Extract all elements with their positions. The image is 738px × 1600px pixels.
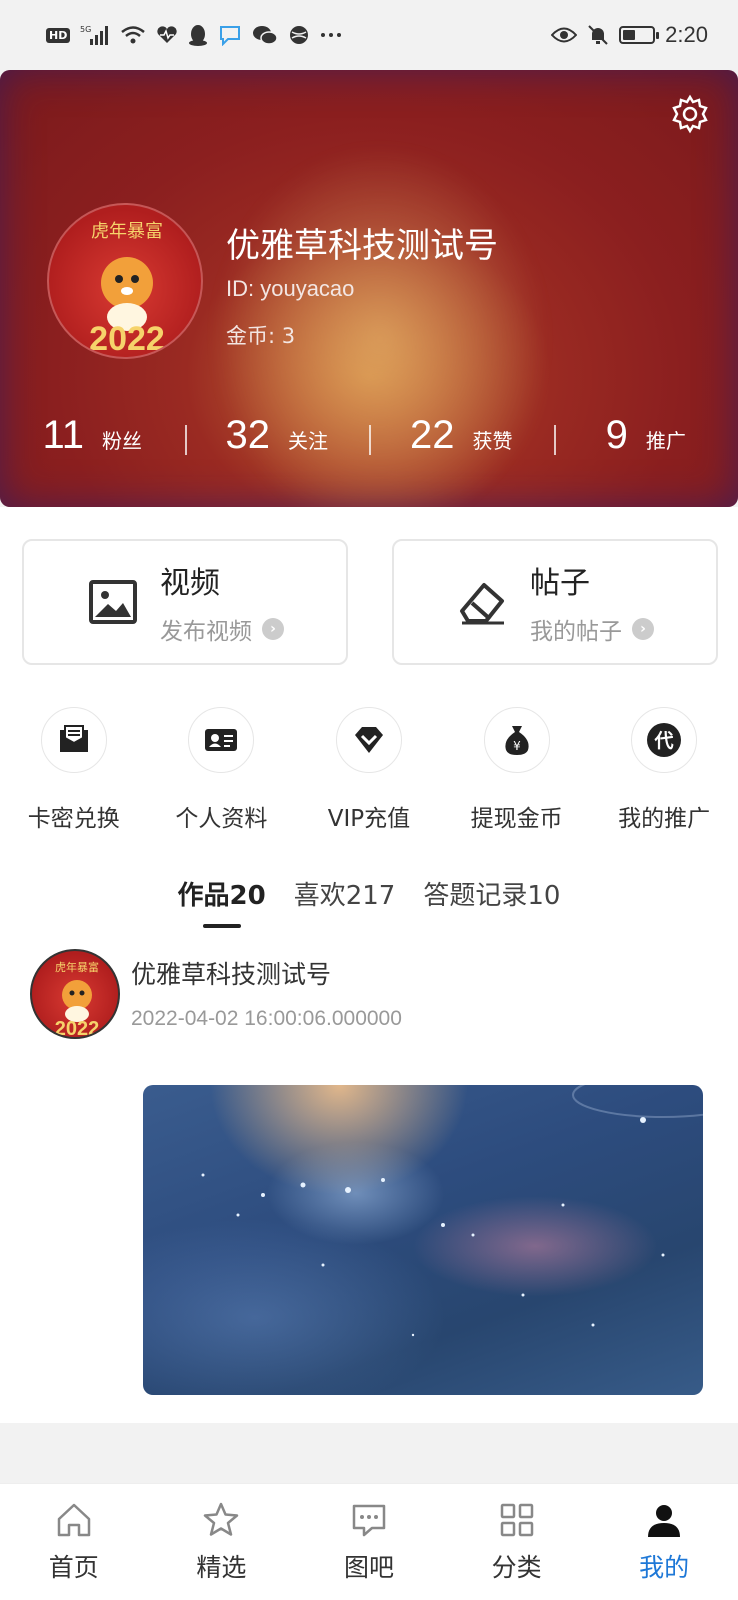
shortcut-label: 提现金币 (470, 806, 563, 832)
status-bar-left: HD 5G (46, 24, 342, 46)
posts-card[interactable]: 帖子 我的帖子 › (392, 539, 718, 665)
profile-stats: 11 粉丝 32 关注 22 获赞 9 推广 (0, 400, 738, 470)
svg-text:5G: 5G (80, 25, 91, 34)
video-card[interactable]: 视频 发布视频 › (22, 539, 348, 665)
nav-picture-bar[interactable]: 图吧 (295, 1484, 443, 1600)
stat-fans[interactable]: 11 粉丝 (0, 413, 185, 458)
image-icon (86, 575, 140, 629)
id-card-icon (188, 707, 255, 773)
nav-categories[interactable]: 分类 (443, 1484, 591, 1600)
profile-page: HD 5G 2:20 虎年暴富 2022 优雅草科技测试号 ID: youyac… (0, 0, 738, 1600)
hd-icon: HD (46, 27, 71, 43)
stat-label: 粉丝 (102, 428, 143, 453)
agent-icon-glyph: 代 (654, 730, 674, 752)
profile-header: 虎年暴富 2022 优雅草科技测试号 ID: youyacao 金币: 3 11… (0, 70, 738, 507)
status-bar-right: 2:20 (551, 22, 708, 48)
shortcut-vip-recharge[interactable]: VIP充值 (295, 707, 443, 833)
nav-label: 我的 (639, 1553, 690, 1582)
wifi-icon (120, 24, 146, 46)
money-bag-icon: ¥ (483, 707, 550, 773)
stat-promotion[interactable]: 9 推广 (553, 412, 738, 458)
qq-icon (188, 24, 208, 46)
content-tabs: 作品20 喜欢217 答题记录10 (0, 875, 738, 928)
home-icon (54, 1500, 94, 1540)
diamond-icon (335, 707, 402, 773)
nav-label: 首页 (48, 1553, 99, 1582)
wechat-icon (252, 24, 279, 46)
nav-label: 图吧 (343, 1553, 394, 1582)
posts-card-subtitle-row: 我的帖子 › (530, 612, 654, 646)
video-card-subtitle: 发布视频 (160, 619, 252, 645)
stat-likes[interactable]: 22 获赞 (369, 413, 554, 458)
shortcut-withdraw-coins[interactable]: ¥ 提现金币 (443, 707, 591, 833)
stat-value: 32 (225, 412, 271, 457)
message-icon (349, 1500, 389, 1540)
star-icon (201, 1500, 241, 1540)
video-card-text: 视频 发布视频 › (160, 558, 284, 646)
post-cover-image[interactable] (143, 1085, 703, 1395)
eye-icon (551, 26, 578, 44)
nav-label: 分类 (491, 1553, 542, 1582)
profile-id: ID: youyacao (226, 276, 355, 301)
signal-bars-icon: 5G (80, 24, 110, 46)
action-cards: 视频 发布视频 › 帖子 我的帖子 › (22, 539, 718, 665)
agent-icon: 代 (631, 707, 698, 773)
video-card-subtitle-row: 发布视频 › (160, 612, 284, 646)
eraser-icon (456, 575, 510, 629)
svg-text:虎年暴富: 虎年暴富 (55, 960, 99, 974)
svg-text:2022: 2022 (55, 1018, 100, 1039)
video-card-title: 视频 (160, 566, 220, 601)
nav-mine[interactable]: 我的 (590, 1484, 738, 1600)
svg-text:¥: ¥ (513, 739, 521, 753)
more-dots-icon (320, 31, 342, 39)
tab-quiz-records[interactable]: 答题记录10 (423, 875, 560, 928)
status-bar: HD 5G 2:20 (0, 0, 738, 70)
shortcut-label: 我的推广 (618, 806, 711, 832)
nav-featured[interactable]: 精选 (148, 1484, 296, 1600)
stat-following[interactable]: 32 关注 (184, 412, 370, 458)
shortcut-label: 卡密兑换 (27, 806, 120, 832)
nav-label: 精选 (196, 1553, 247, 1582)
nav-home[interactable]: 首页 (0, 1484, 148, 1600)
chevron-right-icon: › (262, 618, 284, 640)
grid-icon (497, 1500, 537, 1540)
shortcut-row: 卡密兑换 个人资料 VIP充值 ¥ 提现金币 代 我的推广 (0, 707, 738, 833)
stat-label: 获赞 (472, 428, 513, 453)
shortcut-label: VIP充值 (327, 806, 411, 832)
tab-works[interactable]: 作品20 (178, 875, 266, 928)
settings-gear-icon[interactable] (670, 94, 710, 134)
posts-card-text: 帖子 我的帖子 › (530, 558, 654, 646)
posts-card-subtitle: 我的帖子 (530, 619, 622, 645)
posts-card-title: 帖子 (530, 566, 590, 601)
inbox-icon (40, 707, 107, 773)
chevron-right-icon: › (632, 618, 654, 640)
shortcut-my-promotion[interactable]: 代 我的推广 (590, 707, 738, 833)
profile-avatar[interactable]: 虎年暴富 2022 (47, 203, 203, 359)
battery-icon (619, 26, 660, 44)
shortcut-card-redeem[interactable]: 卡密兑换 (0, 707, 148, 833)
mute-bell-icon (587, 24, 609, 46)
shortcut-label: 个人资料 (175, 806, 268, 832)
shortcut-profile-info[interactable]: 个人资料 (148, 707, 296, 833)
avatar-caption-top: 虎年暴富 (91, 221, 163, 242)
chat-bubble-icon (218, 24, 242, 46)
avatar-caption-year: 2022 (89, 320, 165, 358)
profile-name: 优雅草科技测试号 (226, 226, 498, 266)
post-timestamp: 2022-04-02 16:00:06.000000 (131, 1007, 402, 1030)
bottom-nav: 首页 精选 图吧 分类 我的 (0, 1483, 738, 1600)
tab-likes[interactable]: 喜欢217 (294, 875, 396, 928)
post-author-name: 优雅草科技测试号 (131, 960, 332, 989)
globe-icon (288, 24, 310, 46)
user-icon (644, 1500, 684, 1540)
stat-value: 22 (410, 412, 455, 457)
clock-time: 2:20 (665, 22, 708, 47)
main-content: 视频 发布视频 › 帖子 我的帖子 › 卡密兑换 个人资料 VIP充值 ¥ 提现… (0, 507, 738, 1423)
post-author-avatar[interactable]: 虎年暴富 2022 (30, 949, 120, 1039)
stat-label: 关注 (288, 428, 328, 453)
stat-label: 推广 (645, 428, 686, 453)
profile-coins: 金币: 3 (226, 324, 296, 348)
stat-value: 11 (42, 412, 85, 457)
health-icon (156, 25, 178, 45)
stat-value: 9 (605, 412, 628, 457)
